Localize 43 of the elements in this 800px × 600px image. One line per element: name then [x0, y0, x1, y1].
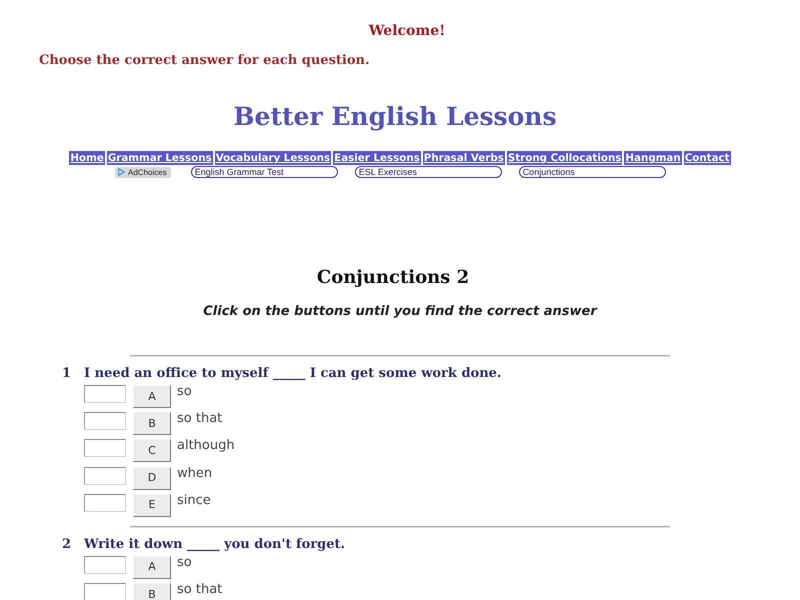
nav-link[interactable]: Hangman — [624, 151, 682, 165]
nav-link[interactable]: Strong Collocations — [506, 151, 622, 165]
question-number: 1 — [62, 366, 72, 382]
exercise-title: Conjunctions 2 — [316, 267, 470, 289]
nav-link[interactable]: Grammar Lessons — [106, 151, 213, 165]
nav-link[interactable]: Phrasal Verbs — [422, 151, 505, 165]
instruction-text: Choose the correct answer for each question. — [39, 53, 370, 69]
adchoices-button[interactable]: AdChoices — [115, 166, 171, 178]
answer-box[interactable] — [84, 466, 126, 485]
option-text: although — [177, 439, 235, 454]
answer-box[interactable] — [84, 583, 126, 600]
welcome-heading: Welcome! — [368, 23, 446, 39]
option-text: so that — [177, 583, 222, 598]
question-text: I need an office to myself _____ I can get some work done. — [84, 366, 502, 382]
triangle-icon — [118, 168, 125, 176]
nav-link[interactable]: Easier Lessons — [333, 151, 421, 165]
option-button[interactable]: A — [133, 556, 171, 579]
option-button[interactable]: E — [133, 494, 171, 517]
answer-box[interactable] — [84, 439, 126, 458]
nav-link[interactable]: Home — [69, 151, 105, 165]
answer-box[interactable] — [84, 412, 126, 430]
nav-link[interactable]: Contact — [684, 151, 731, 165]
site-title: Better English Lessons — [233, 102, 557, 132]
option-button[interactable]: A — [133, 385, 171, 408]
answer-box[interactable] — [84, 385, 126, 403]
question-text: Write it down _____ you don't forget. — [84, 536, 346, 553]
question-number: 2 — [62, 536, 72, 553]
answer-box[interactable] — [84, 494, 126, 512]
option-button[interactable]: B — [133, 412, 171, 436]
option-text: so — [177, 385, 192, 399]
option-text: since — [177, 494, 211, 508]
ad-link[interactable]: Conjunctions — [518, 166, 666, 178]
option-button[interactable]: C — [133, 439, 171, 462]
ad-link[interactable]: ESL Exercises — [354, 166, 502, 178]
option-button[interactable]: B — [133, 583, 171, 600]
option-button[interactable]: D — [133, 466, 171, 490]
option-text: so that — [177, 412, 222, 426]
nav-link[interactable]: Vocabulary Lessons — [214, 151, 332, 165]
option-text: when — [177, 466, 212, 481]
exercise-subtitle: Click on the buttons until you find the correct answer — [203, 304, 597, 320]
ad-link[interactable]: English Grammar Test — [190, 166, 338, 178]
answer-box[interactable] — [84, 556, 126, 574]
option-text: so — [177, 556, 192, 570]
